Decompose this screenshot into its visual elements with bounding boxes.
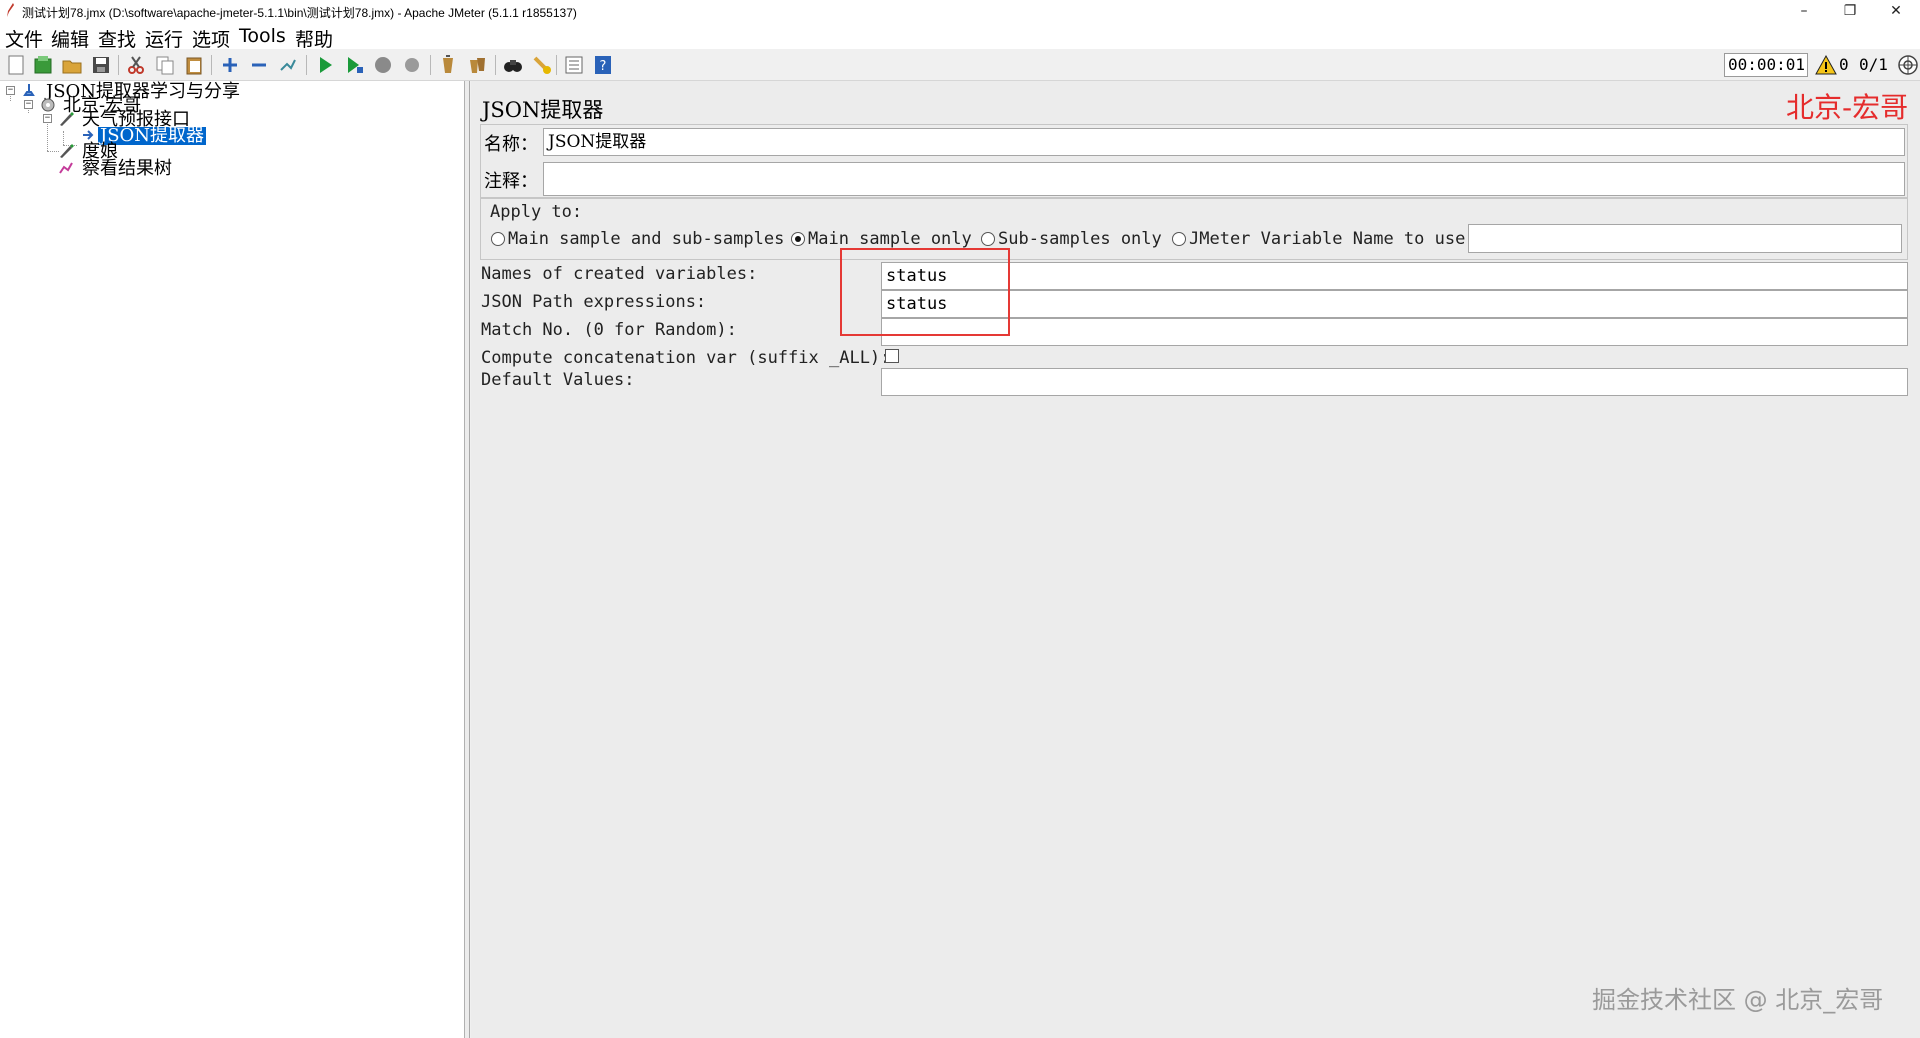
start-icon[interactable] — [314, 54, 336, 76]
expand-icon[interactable] — [219, 54, 241, 76]
elapsed-timer: 00:00:01 — [1724, 53, 1808, 77]
toolbar-separator — [211, 55, 212, 75]
comment-label: 注释： — [484, 171, 538, 192]
radio-main-and-sub[interactable] — [491, 232, 505, 246]
copy-icon[interactable] — [154, 54, 176, 76]
cut-icon[interactable] — [125, 54, 147, 76]
radio-main-only[interactable] — [791, 232, 805, 246]
default-values-label: Default Values: — [481, 370, 635, 390]
default-values-input[interactable] — [881, 368, 1908, 396]
tree-node-view-results-tree[interactable]: 察看结果树 — [82, 160, 172, 178]
panel-title: JSON提取器 — [482, 98, 604, 122]
jmeter-variable-input[interactable] — [1468, 224, 1902, 253]
toolbar-separator — [306, 55, 307, 75]
collapse-icon[interactable] — [248, 54, 270, 76]
match-no-label: Match No. (0 for Random): — [481, 320, 737, 340]
http-sampler-pen-icon — [60, 144, 74, 158]
tree-toggle-group[interactable]: − — [24, 100, 33, 109]
radio-jmeter-variable-label[interactable]: JMeter Variable Name to use — [1189, 229, 1465, 249]
toggle-icon[interactable] — [277, 54, 299, 76]
json-path-input[interactable]: status — [881, 290, 1908, 318]
annotation-highlight-box — [840, 248, 1010, 336]
close-button[interactable]: ✕ — [1873, 0, 1919, 24]
jmeter-feather-icon — [7, 3, 14, 17]
toolbar-separator — [430, 55, 431, 75]
menu-tools[interactable]: Tools — [239, 25, 286, 47]
radio-sub-only-label[interactable]: Sub-samples only — [998, 229, 1162, 249]
menu-edit[interactable]: 编辑 — [51, 25, 89, 52]
search-icon[interactable] — [502, 54, 524, 76]
warning-count: 0 — [1839, 55, 1849, 74]
title-bar: 测试计划78.jmx (D:\software\apache-jmeter-5.… — [0, 0, 1920, 24]
community-watermark: 掘金技术社区 @ 北京_宏哥 — [1592, 986, 1884, 1014]
reset-search-icon[interactable] — [531, 54, 553, 76]
warning-icon[interactable] — [1815, 55, 1837, 75]
menu-options[interactable]: 选项 — [192, 25, 230, 52]
start-no-pause-icon[interactable] — [343, 54, 365, 76]
remote-globe-icon[interactable] — [1897, 54, 1919, 76]
variable-names-label: Names of created variables: — [481, 264, 758, 284]
json-path-label: JSON Path expressions: — [481, 292, 707, 312]
test-plan-icon — [23, 84, 35, 96]
thread-group-gear-icon — [41, 98, 55, 112]
radio-jmeter-variable[interactable] — [1172, 232, 1186, 246]
toolbar-separator — [118, 55, 119, 75]
menu-run[interactable]: 运行 — [145, 25, 183, 52]
templates-icon[interactable] — [32, 54, 54, 76]
variable-names-input[interactable]: status — [881, 262, 1908, 290]
radio-main-and-sub-label[interactable]: Main sample and sub-samples — [508, 229, 784, 249]
open-icon[interactable] — [61, 54, 83, 76]
concatenation-checkbox[interactable] — [885, 349, 899, 363]
toolbar-separator — [495, 55, 496, 75]
menu-help[interactable]: 帮助 — [295, 25, 333, 52]
shutdown-icon[interactable] — [401, 54, 423, 76]
svg-text:?: ? — [600, 59, 607, 74]
restore-button[interactable]: ❐ — [1827, 0, 1873, 24]
active-threads: 0/1 — [1859, 55, 1888, 74]
tree-toggle-sampler[interactable]: − — [43, 114, 52, 123]
new-icon[interactable] — [5, 54, 27, 76]
name-label: 名称： — [484, 134, 538, 155]
menu-bar: 文件 编辑 查找 运行 选项 Tools 帮助 — [0, 24, 1920, 52]
panel-splitter[interactable] — [465, 81, 470, 1038]
stop-icon[interactable] — [372, 54, 394, 76]
comment-input[interactable] — [543, 162, 1905, 196]
menu-file[interactable]: 文件 — [5, 25, 43, 52]
radio-main-only-label[interactable]: Main sample only — [808, 229, 972, 249]
help-icon[interactable]: ? — [592, 54, 614, 76]
tree-toggle-root[interactable]: − — [6, 86, 15, 95]
paste-icon[interactable] — [183, 54, 205, 76]
save-icon[interactable] — [90, 54, 112, 76]
radio-sub-only[interactable] — [981, 232, 995, 246]
listener-chart-icon — [59, 162, 73, 174]
toolbar: ? 00:00:01 0 0/1 — [0, 49, 1920, 81]
function-helper-icon[interactable] — [563, 54, 585, 76]
clear-icon[interactable] — [437, 54, 459, 76]
clear-all-icon[interactable] — [466, 54, 488, 76]
author-watermark: 北京-宏哥 — [1786, 91, 1909, 124]
test-plan-tree: − JSON提取器学习与分享 − 北京-宏哥 − 天气预报接口 JSON提取器 … — [0, 81, 465, 1038]
minimize-button[interactable]: – — [1781, 0, 1827, 24]
name-input[interactable]: JSON提取器 — [543, 128, 1905, 156]
match-no-input[interactable] — [881, 318, 1908, 346]
http-sampler-pen-icon — [60, 112, 74, 126]
apply-to-label: Apply to: — [490, 202, 583, 222]
window-title: 测试计划78.jmx (D:\software\apache-jmeter-5.… — [22, 6, 577, 20]
toolbar-separator — [556, 55, 557, 75]
menu-search[interactable]: 查找 — [98, 25, 136, 52]
concatenation-label: Compute concatenation var (suffix _ALL): — [481, 348, 891, 368]
